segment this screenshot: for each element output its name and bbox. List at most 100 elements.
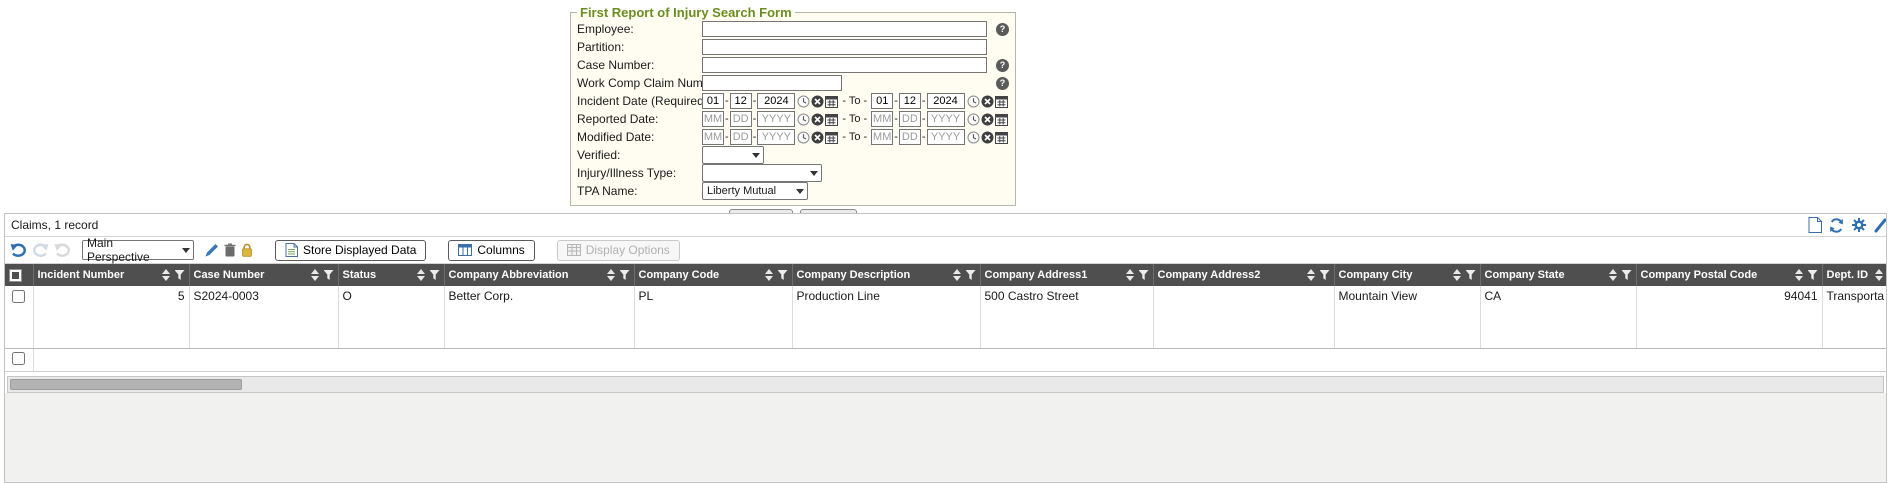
sort-icon[interactable] xyxy=(1307,269,1316,281)
reported-from-month-input[interactable] xyxy=(702,111,724,127)
reported-from-day-input[interactable] xyxy=(730,111,752,127)
calendar-icon[interactable] xyxy=(995,113,1008,126)
partition-input[interactable] xyxy=(702,39,987,55)
horizontal-scrollbar[interactable] xyxy=(7,376,1884,393)
calendar-icon[interactable] xyxy=(995,131,1008,144)
sort-icon[interactable] xyxy=(607,269,616,281)
clear-date-icon[interactable] xyxy=(811,131,824,144)
reported-to-year-input[interactable] xyxy=(927,111,965,127)
calendar-icon[interactable] xyxy=(825,113,838,126)
edit-pencil-icon[interactable] xyxy=(205,243,219,257)
filter-icon[interactable] xyxy=(1622,270,1632,280)
settings-gear-icon[interactable] xyxy=(1851,217,1867,233)
row-checkbox[interactable] xyxy=(12,290,25,303)
select-all-checkbox[interactable] xyxy=(9,269,22,282)
incident-to-year-input[interactable] xyxy=(927,93,965,109)
columns-button[interactable]: Columns xyxy=(448,240,534,261)
case-number-input[interactable] xyxy=(702,57,987,73)
incident-from-year-input[interactable] xyxy=(757,93,795,109)
edge-clipped-icon[interactable] xyxy=(1874,218,1886,233)
sort-icon[interactable] xyxy=(162,269,171,281)
col-incident-number[interactable]: Incident Number xyxy=(33,264,189,286)
clear-date-icon[interactable] xyxy=(811,113,824,126)
col-dept-id[interactable]: Dept. ID xyxy=(1822,264,1886,286)
incident-to-day-input[interactable] xyxy=(899,93,921,109)
modified-to-day-input[interactable] xyxy=(899,129,921,145)
help-icon[interactable]: ? xyxy=(996,77,1009,90)
tpa-name-select[interactable]: Liberty Mutual xyxy=(702,182,808,200)
reported-from-year-input[interactable] xyxy=(757,111,795,127)
sort-icon[interactable] xyxy=(311,269,320,281)
sort-icon[interactable] xyxy=(1453,269,1462,281)
modified-to-year-input[interactable] xyxy=(927,129,965,145)
injury-type-select[interactable] xyxy=(702,164,822,182)
reported-to-month-input[interactable] xyxy=(871,111,893,127)
incident-from-day-input[interactable] xyxy=(730,93,752,109)
help-icon[interactable]: ? xyxy=(996,59,1009,72)
new-document-icon[interactable] xyxy=(1808,217,1822,233)
modified-from-day-input[interactable] xyxy=(730,129,752,145)
time-icon[interactable] xyxy=(967,95,980,108)
calendar-icon[interactable] xyxy=(825,131,838,144)
modified-to-month-input[interactable] xyxy=(871,129,893,145)
sort-icon[interactable] xyxy=(765,269,774,281)
clear-date-icon[interactable] xyxy=(981,95,994,108)
filter-icon[interactable] xyxy=(324,270,334,280)
col-company-postal-code[interactable]: Company Postal Code xyxy=(1636,264,1822,286)
col-company-abbreviation[interactable]: Company Abbreviation xyxy=(444,264,634,286)
select-all-header[interactable] xyxy=(5,264,33,286)
perspective-select[interactable]: Main Perspective xyxy=(82,240,194,260)
filter-icon[interactable] xyxy=(430,270,440,280)
filter-icon[interactable] xyxy=(1466,270,1476,280)
clear-date-icon[interactable] xyxy=(981,113,994,126)
clear-date-icon[interactable] xyxy=(981,131,994,144)
filter-icon[interactable] xyxy=(620,270,630,280)
filter-icon[interactable] xyxy=(1139,270,1149,280)
filter-icon[interactable] xyxy=(966,270,976,280)
modified-from-year-input[interactable] xyxy=(757,129,795,145)
filter-icon[interactable] xyxy=(175,270,185,280)
verified-select[interactable] xyxy=(702,146,764,164)
scrollbar-thumb[interactable] xyxy=(10,379,242,390)
incident-from-month-input[interactable] xyxy=(702,93,724,109)
col-case-number[interactable]: Case Number xyxy=(189,264,338,286)
filter-icon[interactable] xyxy=(778,270,788,280)
modified-from-month-input[interactable] xyxy=(702,129,724,145)
empty-row-checkbox[interactable] xyxy=(12,352,25,365)
col-company-description[interactable]: Company Description xyxy=(792,264,980,286)
sort-icon[interactable] xyxy=(1126,269,1135,281)
help-icon[interactable]: ? xyxy=(996,23,1009,36)
time-icon[interactable] xyxy=(967,131,980,144)
clear-date-icon[interactable] xyxy=(811,95,824,108)
lock-icon[interactable] xyxy=(241,243,253,257)
col-company-address1[interactable]: Company Address1 xyxy=(980,264,1153,286)
filter-icon[interactable] xyxy=(1808,270,1818,280)
col-status[interactable]: Status xyxy=(338,264,444,286)
col-company-state[interactable]: Company State xyxy=(1480,264,1636,286)
calendar-icon[interactable] xyxy=(825,95,838,108)
incident-to-month-input[interactable] xyxy=(871,93,893,109)
undo-icon[interactable] xyxy=(10,243,27,258)
calendar-icon[interactable] xyxy=(995,95,1008,108)
filter-icon[interactable] xyxy=(1320,270,1330,280)
sort-icon[interactable] xyxy=(1875,269,1884,281)
store-displayed-data-button[interactable]: Store Displayed Data xyxy=(275,240,426,261)
sort-icon[interactable] xyxy=(417,269,426,281)
time-icon[interactable] xyxy=(967,113,980,126)
refresh-icon[interactable] xyxy=(1829,218,1844,233)
delete-trash-icon[interactable] xyxy=(224,243,236,257)
col-company-code[interactable]: Company Code xyxy=(634,264,792,286)
reported-to-day-input[interactable] xyxy=(899,111,921,127)
col-company-city[interactable]: Company City xyxy=(1334,264,1480,286)
time-icon[interactable] xyxy=(797,113,810,126)
sort-icon[interactable] xyxy=(1609,269,1618,281)
time-icon[interactable] xyxy=(797,131,810,144)
work-comp-input[interactable] xyxy=(702,75,842,91)
employee-input[interactable] xyxy=(702,21,987,37)
col-company-address2[interactable]: Company Address2 xyxy=(1153,264,1334,286)
time-icon[interactable] xyxy=(797,95,810,108)
sort-icon[interactable] xyxy=(1795,269,1804,281)
cell-company-description: Production Line xyxy=(792,286,980,348)
sort-icon[interactable] xyxy=(953,269,962,281)
claim-row[interactable]: 5 S2024-0003 O Better Corp. PL Productio… xyxy=(5,286,1886,348)
